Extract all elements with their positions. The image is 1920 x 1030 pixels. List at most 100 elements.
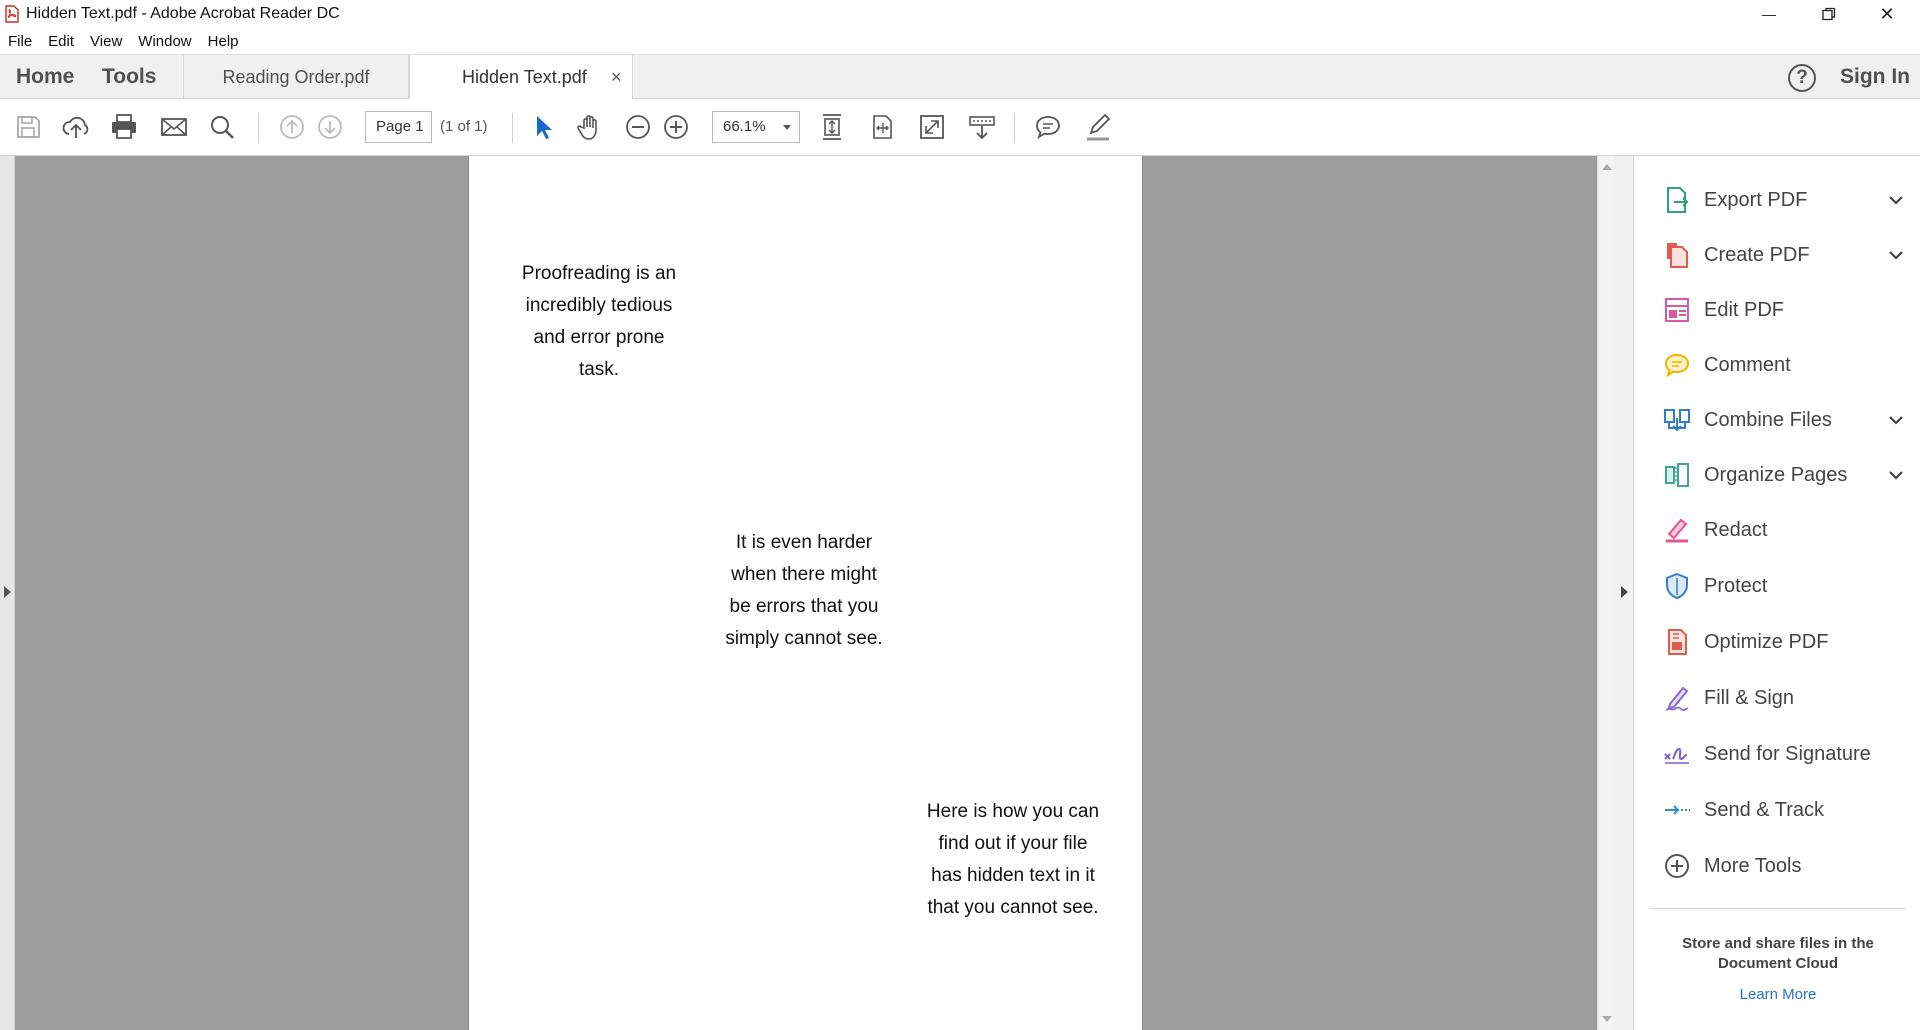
organize-pages-icon [1662,460,1692,490]
menu-file[interactable]: File [8,33,32,50]
paragraph-3: Here is how you can find out if your fil… [926,801,1100,918]
chevron-down-icon[interactable] [1886,410,1906,430]
tool-export-pdf[interactable]: Export PDF [1662,180,1912,220]
tool-label: Comment [1704,353,1791,376]
tool-comment[interactable]: Comment [1662,345,1912,385]
tools-panel: Export PDF Create PDF Edit PDF Comment C… [1634,156,1920,1030]
tool-label: Export PDF [1704,188,1808,211]
tool-label: Edit PDF [1704,298,1785,321]
full-screen-icon[interactable] [916,111,948,143]
paragraph-1: Proofreading is an incredibly tedious an… [521,263,677,380]
select-cursor-icon[interactable] [526,111,558,143]
document-cloud-text: Store and share files in the Document Cl… [1682,935,1874,972]
menu-view[interactable]: View [90,33,122,50]
comment-icon[interactable] [1032,111,1064,143]
tool-organize-pages[interactable]: Organize Pages [1662,455,1912,495]
zoom-value: 66.1% [723,118,766,135]
left-panel-toggle[interactable] [0,156,15,1030]
send-signature-icon [1662,739,1692,769]
print-icon[interactable] [108,111,140,143]
tool-label: Fill & Sign [1704,686,1795,709]
vertical-scrollbar[interactable] [1597,156,1614,1030]
toolbar: Page 1 (1 of 1) 66.1% [0,99,1920,156]
highlight-pen-icon[interactable] [1082,111,1114,143]
create-pdf-icon [1662,240,1692,270]
window-title: Hidden Text.pdf - Adobe Acrobat Reader D… [26,5,340,22]
learn-more-link[interactable]: Learn More [1650,986,1906,1003]
acrobat-pdf-icon [4,5,20,23]
prev-page-icon[interactable] [276,111,308,143]
tool-label: Combine Files [1704,408,1832,431]
chevron-down-icon[interactable] [1886,465,1906,485]
zoom-in-icon[interactable] [660,111,692,143]
combine-files-icon [1662,405,1692,435]
tool-protect[interactable]: Protect [1662,566,1912,606]
tool-combine-files[interactable]: Combine Files [1662,400,1912,440]
scroll-up-icon[interactable] [1602,164,1612,170]
restore-button[interactable] [1800,0,1858,28]
chevron-down-icon [783,125,791,130]
minimize-button[interactable]: — [1740,0,1798,28]
paragraph-2: It is even harder when there might be er… [725,532,883,649]
tool-label: Protect [1704,574,1768,597]
collapse-right-icon [1621,586,1628,598]
tool-redact[interactable]: Redact [1662,510,1912,550]
tool-label: More Tools [1704,854,1802,877]
tab-reading-order[interactable]: Reading Order.pdf [183,55,409,100]
edit-pdf-icon [1662,295,1692,325]
tool-label: Send for Signature [1704,742,1871,765]
menu-help[interactable]: Help [208,33,239,50]
restore-icon [1822,7,1836,21]
tool-optimize-pdf[interactable]: Optimize PDF [1662,622,1912,662]
menu-bar: File Edit View Window Help [0,28,1920,54]
tab-home[interactable]: Home [16,55,74,99]
save-icon[interactable] [12,111,44,143]
chevron-down-icon[interactable] [1886,245,1906,265]
help-icon[interactable]: ? [1788,64,1816,92]
chevron-down-icon[interactable] [1886,190,1906,210]
close-button[interactable]: ✕ [1858,0,1916,28]
tool-edit-pdf[interactable]: Edit PDF [1662,290,1912,330]
more-tools-icon [1662,851,1692,881]
title-bar: Hidden Text.pdf - Adobe Acrobat Reader D… [0,0,1920,28]
scroll-down-icon[interactable] [1602,1016,1612,1022]
fill-sign-icon [1662,683,1692,713]
read-mode-icon[interactable] [966,111,998,143]
zoom-out-icon[interactable] [622,111,654,143]
upload-icon[interactable] [60,111,92,143]
tool-send-for-signature[interactable]: Send for Signature [1662,734,1912,774]
tool-more-tools[interactable]: More Tools [1662,846,1912,886]
page-count: (1 of 1) [440,118,488,135]
tab-label: Hidden Text.pdf [462,67,587,87]
redact-icon [1662,515,1692,545]
next-page-icon[interactable] [314,111,346,143]
page-number-input[interactable]: Page 1 [365,111,432,143]
tab-close-icon[interactable]: × [611,55,622,99]
minimize-icon: — [1762,6,1776,22]
optimize-pdf-icon [1662,627,1692,657]
pdf-page: Proofreading is an incredibly tedious an… [468,156,1143,1030]
send-track-icon [1662,795,1692,825]
tool-fill-sign[interactable]: Fill & Sign [1662,678,1912,718]
menu-edit[interactable]: Edit [48,33,74,50]
sign-in-link[interactable]: Sign In [1840,55,1910,99]
document-viewport[interactable]: Proofreading is an incredibly tedious an… [15,156,1597,1030]
fit-width-icon[interactable] [866,111,898,143]
search-icon[interactable] [206,111,238,143]
tab-bar: Home Tools Reading Order.pdf Hidden Text… [0,54,1920,101]
tool-send-track[interactable]: Send & Track [1662,790,1912,830]
zoom-select[interactable]: 66.1% [712,111,800,143]
tab-label: Reading Order.pdf [222,67,370,87]
comment-icon [1662,350,1692,380]
export-pdf-icon [1662,185,1692,215]
email-icon[interactable] [158,111,190,143]
tab-tools[interactable]: Tools [102,55,156,99]
menu-window[interactable]: Window [138,33,191,50]
hand-icon[interactable] [574,111,606,143]
expand-left-icon [4,586,11,598]
tab-hidden-text[interactable]: Hidden Text.pdf × [409,55,633,101]
tool-create-pdf[interactable]: Create PDF [1662,235,1912,275]
right-panel-toggle[interactable] [1614,156,1634,1030]
fit-page-icon[interactable] [816,111,848,143]
protect-icon [1662,571,1692,601]
